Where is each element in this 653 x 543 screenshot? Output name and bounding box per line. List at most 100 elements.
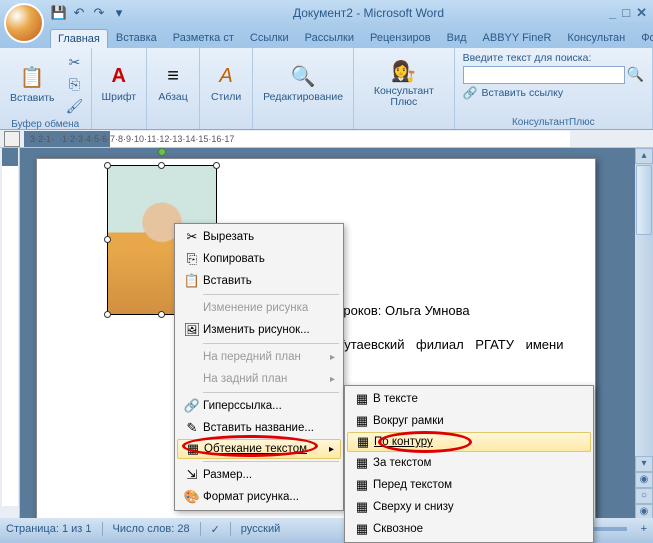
zoom-in-button[interactable]: + xyxy=(641,523,647,535)
search-input[interactable] xyxy=(463,66,625,84)
status-language[interactable]: русский xyxy=(241,523,280,535)
font-button[interactable]: A Шрифт xyxy=(96,50,143,116)
insert-link-button[interactable]: Вставить ссылку xyxy=(482,87,564,99)
group-editing: 🔍 Редактирование xyxy=(253,48,354,129)
office-button[interactable] xyxy=(4,3,44,43)
maximize-button[interactable]: □ xyxy=(622,5,630,21)
browse-object-icon[interactable]: ○ xyxy=(635,488,653,504)
close-button[interactable]: ✕ xyxy=(636,5,647,21)
ruler-horizontal[interactable]: 3·2·1· ·1·2·3·4·5·6·7·8·9·10·11·12·13·14… xyxy=(0,130,653,148)
ctx1-item-15[interactable]: 🎨Формат рисунка... xyxy=(177,486,341,508)
minimize-button[interactable]: _ xyxy=(609,5,616,21)
tab-consultant[interactable]: Консультан xyxy=(559,28,633,48)
handle-sw[interactable] xyxy=(104,311,111,318)
ctx2-item-4[interactable]: ▦Перед текстом xyxy=(347,474,591,496)
ctx1-item-7: На передний план▸ xyxy=(177,346,341,368)
ctx2-item-5[interactable]: ▦Сверху и снизу xyxy=(347,496,591,518)
scroll-down-icon[interactable]: ▾ xyxy=(635,456,653,472)
editing-button[interactable]: 🔍 Редактирование xyxy=(257,50,349,116)
status-words[interactable]: Число слов: 28 xyxy=(113,523,190,535)
consultant-icon: 👩‍⚖️ xyxy=(391,58,417,84)
ctx2-icon-1: ▦ xyxy=(351,413,373,429)
font-icon: A xyxy=(106,64,132,90)
styles-button[interactable]: A Стили xyxy=(204,50,248,116)
ctx1-item-12[interactable]: ▦Обтекание текстом▸ xyxy=(177,439,341,459)
format-painter-icon[interactable]: 🖌 xyxy=(65,96,85,116)
tab-review[interactable]: Рецензиров xyxy=(362,28,439,48)
ctx1-item-4: Изменение рисунка xyxy=(177,297,341,319)
rotate-handle[interactable] xyxy=(158,148,166,156)
doc-text-1[interactable]: уроков: Ольга Умнова xyxy=(337,303,470,318)
group-styles: A Стили xyxy=(200,48,253,129)
ribbon-tabs: Главная Вставка Разметка ст Ссылки Рассы… xyxy=(0,26,653,48)
scroll-thumb[interactable] xyxy=(636,165,652,235)
qat-more-icon[interactable]: ▾ xyxy=(110,4,128,22)
tab-mailings[interactable]: Рассылки xyxy=(297,28,362,48)
handle-ne[interactable] xyxy=(213,162,220,169)
chevron-right-icon: ▸ xyxy=(329,444,334,455)
tab-view[interactable]: Вид xyxy=(439,28,475,48)
ctx1-icon-2: 📋 xyxy=(181,273,203,289)
ctx2-item-2[interactable]: ▦По контуру xyxy=(347,432,591,452)
tab-references[interactable]: Ссылки xyxy=(242,28,297,48)
ctx1-item-11[interactable]: ✎Вставить название... xyxy=(177,417,341,439)
ctx1-item-10[interactable]: 🔗Гиперссылка... xyxy=(177,395,341,417)
handle-s[interactable] xyxy=(158,311,165,318)
quick-access-toolbar: 💾 ↶ ↷ ▾ xyxy=(50,4,128,22)
group-paragraph: ≡ Абзац xyxy=(147,48,200,129)
ctx1-item-2[interactable]: 📋Вставить xyxy=(177,270,341,292)
ctx2-item-1[interactable]: ▦Вокруг рамки xyxy=(347,410,591,432)
ctx1-item-1[interactable]: ⎘Копировать xyxy=(177,248,341,270)
handle-w[interactable] xyxy=(104,236,111,243)
ruler-tab-selector[interactable] xyxy=(4,131,20,147)
consultant-button[interactable]: 👩‍⚖️ Консультант Плюс xyxy=(358,50,450,116)
ctx1-icon-12: ▦ xyxy=(182,441,204,457)
handle-nw[interactable] xyxy=(104,162,111,169)
window-controls: _ □ ✕ xyxy=(609,5,647,21)
search-prompt: Введите текст для поиска: xyxy=(463,52,644,64)
save-icon[interactable]: 💾 xyxy=(50,4,68,22)
ruler-vertical[interactable] xyxy=(0,148,20,520)
scrollbar-vertical[interactable]: ▴ ▾ ◉ ○ ◉ xyxy=(635,148,653,520)
ctx1-icon-5: 🖼 xyxy=(181,322,203,338)
context-menu-picture: ✂Вырезать⎘Копировать📋Вставить Изменение р… xyxy=(174,223,344,511)
ctx1-icon-0: ✂ xyxy=(181,229,203,245)
chevron-right-icon: ▸ xyxy=(330,352,335,363)
ctx2-icon-5: ▦ xyxy=(351,499,373,515)
spellcheck-icon[interactable]: ✓ xyxy=(211,523,220,536)
ctx1-item-0[interactable]: ✂Вырезать xyxy=(177,226,341,248)
ctx1-icon-11: ✎ xyxy=(181,420,203,436)
link-icon: 🔗 xyxy=(463,86,478,100)
title-bar: 💾 ↶ ↷ ▾ Документ2 - Microsoft Word _ □ ✕ xyxy=(0,0,653,26)
tab-layout[interactable]: Разметка ст xyxy=(165,28,242,48)
scroll-up-icon[interactable]: ▴ xyxy=(635,148,653,164)
tab-format[interactable]: Формат xyxy=(633,28,653,48)
tab-insert[interactable]: Вставка xyxy=(108,28,165,48)
tab-home[interactable]: Главная xyxy=(50,29,108,48)
ctx1-item-5[interactable]: 🖼Изменить рисунок... xyxy=(177,319,341,341)
copy-icon[interactable]: ⎘ xyxy=(65,74,85,94)
status-page[interactable]: Страница: 1 из 1 xyxy=(6,523,92,535)
paste-button[interactable]: 📋 Вставить xyxy=(4,50,61,118)
ctx2-item-3[interactable]: ▦За текстом xyxy=(347,452,591,474)
ctx1-item-14[interactable]: ⇲Размер... xyxy=(177,464,341,486)
ctx2-icon-3: ▦ xyxy=(351,455,373,471)
ctx2-item-6[interactable]: ▦Сквозное xyxy=(347,518,591,540)
search-go-icon[interactable]: 🔍 xyxy=(627,66,644,84)
scroll-track[interactable] xyxy=(635,236,653,456)
redo-icon[interactable]: ↷ xyxy=(90,4,108,22)
prev-page-icon[interactable]: ◉ xyxy=(635,472,653,488)
cut-icon[interactable]: ✂ xyxy=(65,52,85,72)
ribbon: 📋 Вставить ✂ ⎘ 🖌 Буфер обмена A Шрифт ≡ … xyxy=(0,48,653,130)
tab-abbyy[interactable]: ABBYY FineR xyxy=(475,28,560,48)
group-consultant: 👩‍⚖️ Консультант Плюс xyxy=(354,48,455,129)
handle-n[interactable] xyxy=(158,162,165,169)
ctx2-item-0[interactable]: ▦В тексте xyxy=(347,388,591,410)
paragraph-icon: ≡ xyxy=(160,64,186,90)
undo-icon[interactable]: ↶ xyxy=(70,4,88,22)
doc-text-2[interactable]: Тутаевский филиал РГАТУ имени xyxy=(337,337,563,352)
ctx1-icon-14: ⇲ xyxy=(181,467,203,483)
chevron-right-icon: ▸ xyxy=(330,374,335,385)
paragraph-button[interactable]: ≡ Абзац xyxy=(151,50,195,116)
ctx1-item-8: На задний план▸ xyxy=(177,368,341,390)
